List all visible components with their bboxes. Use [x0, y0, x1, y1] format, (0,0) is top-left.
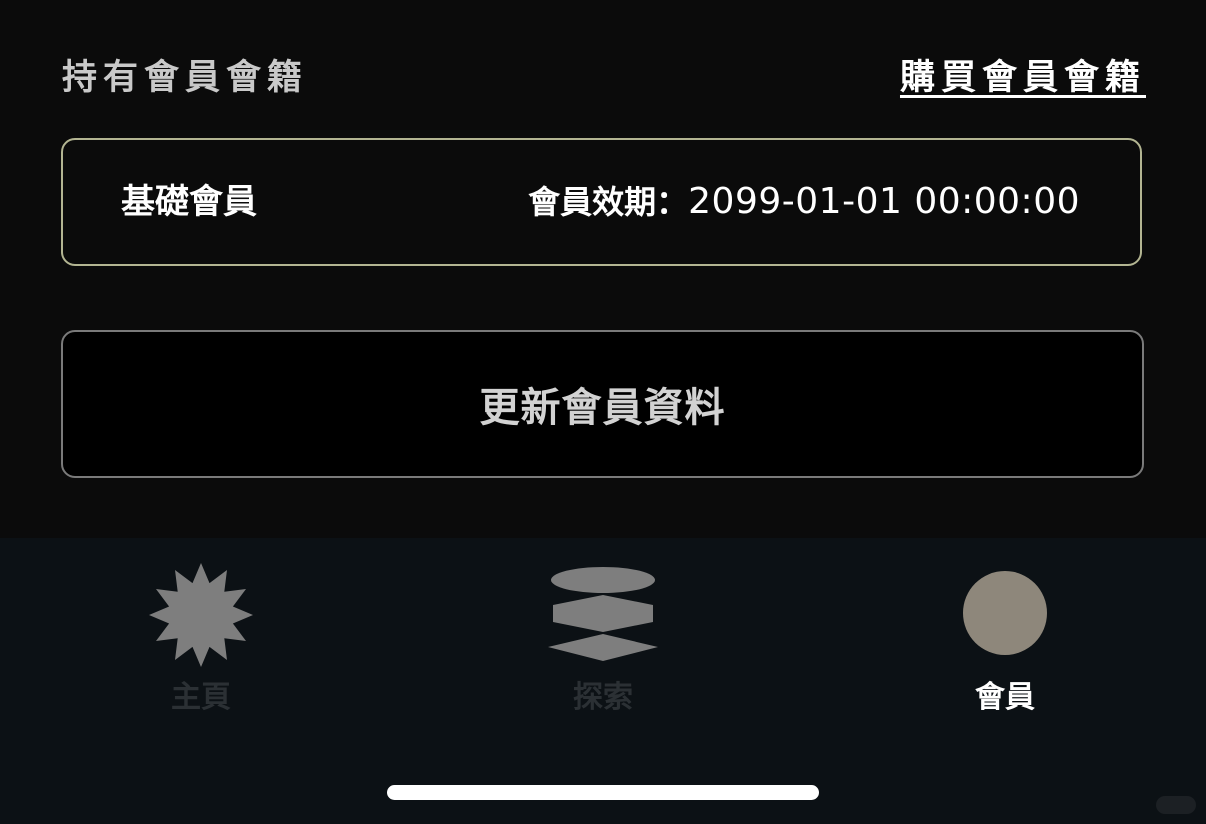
update-profile-button[interactable]: 更新會員資料: [61, 330, 1144, 478]
tab-member[interactable]: 會員: [804, 538, 1206, 728]
membership-header: 持有會員會籍 購買會員會籍: [62, 54, 1146, 102]
membership-validity: 會員效期：2099-01-01 00:00:00: [528, 140, 1080, 264]
tab-home[interactable]: 主頁: [0, 538, 402, 728]
tab-explore-label: 探索: [573, 680, 633, 715]
tab-explore[interactable]: 探索: [402, 538, 804, 728]
membership-tier: 基礎會員: [121, 182, 257, 222]
tab-member-label: 會員: [975, 680, 1035, 715]
validity-date: 2099-01-01 00:00:00: [688, 181, 1080, 222]
membership-screen: 持有會員會籍 購買會員會籍 基礎會員 會員效期：2099-01-01 00:00…: [0, 0, 1206, 824]
stack-icon: [548, 567, 658, 661]
validity-label: 會員效期：: [528, 183, 689, 221]
buy-membership-link[interactable]: 購買會員會籍: [900, 54, 1146, 102]
watermark-badge: [1156, 796, 1196, 814]
section-title: 持有會員會籍: [62, 58, 309, 98]
tab-bar: 主頁 探索 會員: [0, 538, 1206, 824]
starburst-icon: [149, 563, 253, 667]
membership-card: 基礎會員 會員效期：2099-01-01 00:00:00: [61, 138, 1142, 266]
home-indicator[interactable]: [387, 785, 819, 800]
circle-icon: [963, 571, 1047, 655]
tab-home-label: 主頁: [171, 680, 231, 715]
